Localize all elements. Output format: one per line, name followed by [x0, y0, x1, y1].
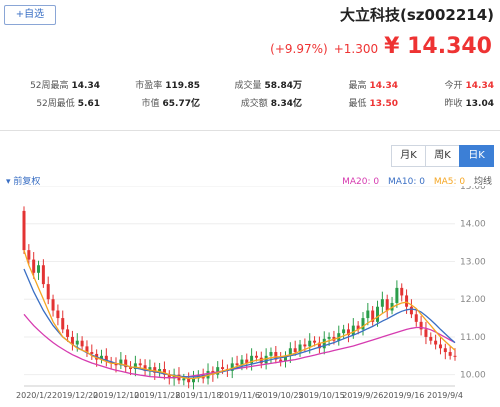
candle-body — [313, 340, 317, 343]
stat-prev-close: 昨收 13.04 — [444, 99, 494, 109]
x-tick-label: 2019/10/15 — [299, 391, 345, 400]
change-amount: +1.300 — [333, 42, 379, 56]
x-tick-label: 2019/12/10 — [93, 391, 139, 400]
candle-body — [235, 363, 239, 366]
y-tick-label: 12.00 — [460, 295, 486, 305]
candle-body — [254, 355, 258, 358]
stat-52w-high: 52周最高 14.34 — [30, 81, 100, 91]
candle-body — [424, 329, 428, 337]
candle-body — [380, 299, 384, 307]
candle-body — [376, 306, 380, 322]
candle-body — [308, 340, 312, 347]
y-tick-label: 13.00 — [460, 257, 486, 267]
stat-volume: 成交量 58.84万 — [234, 81, 302, 91]
candle-body — [221, 367, 225, 370]
candle-body — [429, 336, 433, 341]
candle-body — [46, 284, 50, 300]
candle-body — [438, 344, 442, 349]
candle-body — [385, 299, 389, 311]
candle-body — [32, 259, 36, 273]
y-tick-label: 15.00 — [460, 186, 486, 192]
candle-body — [448, 352, 452, 356]
candle-body — [138, 363, 142, 366]
y-tick-label: 14.00 — [460, 220, 486, 230]
candle-body — [61, 318, 65, 330]
candle-body — [182, 378, 186, 381]
change-percent: (+9.97%) — [270, 42, 328, 56]
candle-body — [395, 287, 399, 303]
candle-body — [293, 348, 297, 353]
ma5-line — [23, 250, 456, 380]
candle-body — [322, 338, 326, 349]
kline-tabs: 日K 周K 月K — [391, 145, 494, 167]
candle-body — [405, 295, 409, 307]
stat-high: 最高 14.34 — [348, 81, 398, 91]
candle-body — [351, 325, 355, 336]
stat-low: 最低 13.50 — [348, 99, 398, 109]
x-tick-label: 2019/9/16 — [383, 391, 424, 400]
stat-amount: 成交额 8.34亿 — [240, 99, 302, 109]
candle-body — [434, 340, 438, 345]
candle-body — [400, 287, 404, 296]
candle-body — [22, 210, 26, 251]
y-tick-label: 11.00 — [460, 333, 486, 343]
stat-52w-low: 52周最低 5.61 — [36, 99, 100, 109]
candle-body — [269, 352, 273, 356]
candle-body — [75, 340, 79, 345]
candle-body — [453, 355, 457, 357]
x-tick-label: 2019/11/18 — [175, 391, 221, 400]
candle-body — [327, 336, 331, 339]
candle-body — [414, 314, 418, 322]
stat-market-cap: 市值 65.77亿 — [141, 99, 200, 109]
candle-body — [90, 352, 94, 354]
stock-title: 大立科技(sz002214) — [340, 6, 494, 24]
candle-body — [366, 310, 370, 319]
x-tick-label: 2019/11/6 — [219, 391, 260, 400]
candle-body — [51, 299, 55, 311]
candle-body — [41, 265, 45, 285]
tab-daily-k[interactable]: 日K — [459, 145, 494, 167]
current-price: ¥ 14.340 — [384, 34, 492, 59]
add-to-watchlist-button[interactable]: +自选 — [4, 5, 56, 25]
divider — [0, 130, 500, 131]
ma20-line — [23, 313, 456, 379]
candle-body — [56, 310, 60, 319]
candle-body — [80, 340, 84, 347]
x-tick-label: 2019/10/25 — [258, 391, 304, 400]
price-row: (+9.97%) +1.300 ¥ 14.340 — [270, 34, 492, 59]
tab-monthly-k[interactable]: 月K — [391, 145, 426, 167]
kline-chart[interactable]: 15.0014.0013.0012.0011.0010.002020/1/2 20… — [0, 186, 500, 407]
x-tick-label: 2019/9/26 — [342, 391, 383, 400]
candle-body — [27, 250, 31, 260]
candle-body — [303, 344, 307, 347]
ma10-line — [23, 268, 456, 378]
candle-body — [66, 329, 70, 337]
stat-open: 今开 14.34 — [444, 81, 494, 91]
candle-body — [37, 265, 41, 273]
y-tick-label: 10.00 — [460, 371, 486, 381]
candle-body — [342, 329, 346, 334]
tab-weekly-k[interactable]: 周K — [425, 145, 460, 167]
stat-pe: 市盈率 119.85 — [135, 81, 200, 91]
x-tick-label: 2019/12/20 — [52, 391, 98, 400]
candle-body — [443, 348, 447, 353]
x-tick-label: 2019/9/4 — [427, 391, 463, 400]
x-tick-label: 2020/1/2 — [16, 391, 52, 400]
x-tick-label: 2019/11/28 — [134, 391, 180, 400]
candle-body — [409, 306, 413, 315]
